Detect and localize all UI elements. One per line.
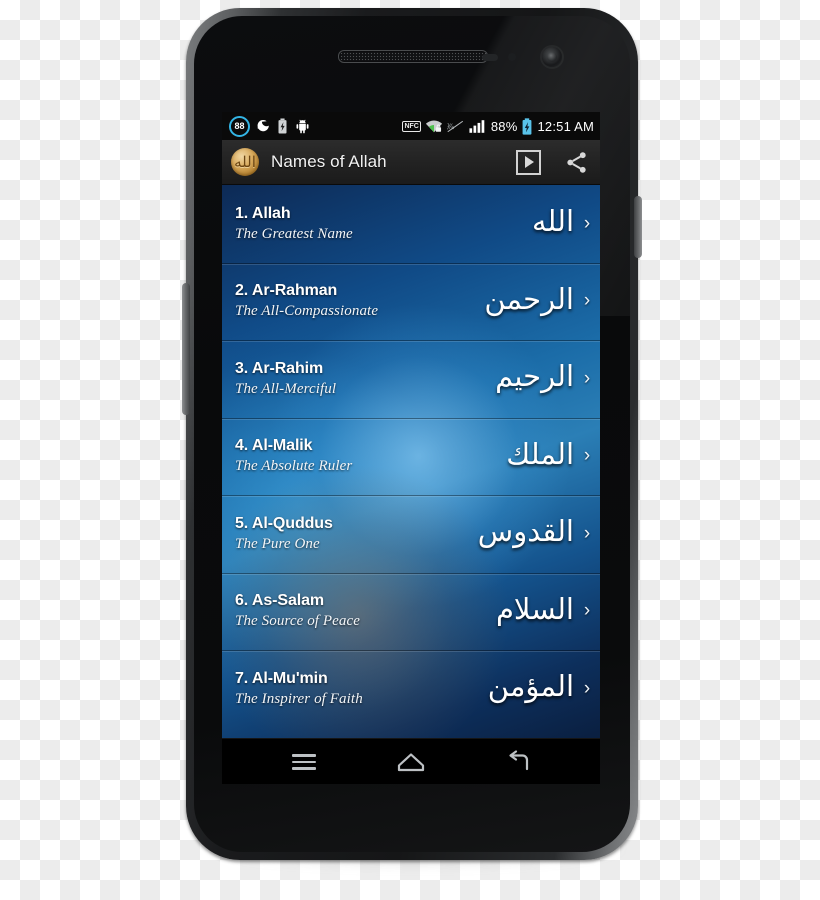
list-item[interactable]: 7. Al-Mu'min The Inspirer of Faith المؤم…: [222, 650, 600, 728]
nfc-icon: NFC: [402, 120, 421, 132]
list-item[interactable]: 2. Ar-Rahman The All-Compassionate الرحم…: [222, 262, 600, 341]
list-item-meaning: The Inspirer of Faith: [235, 690, 363, 707]
list-item-arabic: الرحمن: [484, 281, 574, 316]
battery-percent-label: 88%: [490, 118, 518, 134]
counter-badge-label: 88: [234, 120, 245, 131]
back-icon: [509, 750, 529, 771]
list-item-name: 7. Al-Mu'min: [235, 669, 328, 687]
names-list[interactable]: 1. Allah The Greatest Name الله › 2. Ar-…: [222, 185, 600, 738]
earpiece-mesh: [340, 52, 486, 61]
app-logo-glyph: الله: [234, 154, 256, 171]
list-item[interactable]: 6. As-Salam The Source of Peace السلام ›: [222, 572, 600, 651]
counter-badge-icon: 88: [229, 115, 250, 137]
list-item-name: 2. Ar-Rahman: [235, 282, 338, 299]
phone-screen: 88 NFC ⁄ ⅙ 88% 12:51 AM الله Names of Al…: [222, 112, 600, 784]
list-item-arabic: السلام: [495, 591, 574, 626]
chevron-right-icon: ›: [583, 445, 591, 467]
list-item-arabic: الملك: [506, 436, 574, 471]
chevron-right-icon: ›: [583, 290, 591, 312]
android-navigation-bar: [222, 738, 600, 784]
battery-charging-small-icon: [278, 118, 287, 134]
status-bar-right-icons: NFC ⁄ ⅙ 88% 12:51 AM: [402, 117, 594, 135]
earpiece-speaker: [338, 50, 488, 63]
chevron-right-icon: ›: [583, 600, 591, 622]
chevron-right-icon: ›: [583, 212, 591, 234]
battery-charging-icon: [523, 117, 532, 135]
camera-lens: [547, 52, 557, 62]
list-item-name: 1. Allah: [235, 204, 291, 222]
list-item-meaning: The Source of Peace: [235, 613, 361, 629]
list-item-meaning: The Pure One: [235, 535, 320, 552]
home-icon: [397, 753, 425, 772]
play-button-frame: [515, 149, 541, 175]
status-bar-left-icons: 88: [229, 115, 311, 137]
list-item-meaning: The All-Merciful: [235, 380, 337, 397]
share-icon: [566, 151, 586, 173]
proximity-sensor-icon: [482, 54, 498, 61]
list-item[interactable]: 5. Al-Quddus The Pure One القدوس ›: [222, 495, 600, 573]
menu-button[interactable]: [269, 739, 339, 785]
status-bar[interactable]: 88 NFC ⁄ ⅙ 88% 12:51 AM: [222, 112, 600, 140]
list-item[interactable]: 1. Allah The Greatest Name الله ›: [222, 185, 600, 263]
list-item-texts: 3. Ar-Rahim The All-Merciful: [235, 359, 336, 400]
menu-icon-bar: [291, 760, 316, 764]
android-bug-icon: [296, 119, 309, 134]
list-item-meaning: The Absolute Ruler: [235, 458, 353, 474]
list-item-meaning: The All-Compassionate: [235, 303, 379, 319]
list-item-name: 6. As-Salam: [235, 592, 325, 609]
play-icon: [525, 156, 534, 168]
back-button[interactable]: [483, 739, 553, 785]
list-item[interactable]: 4. Al-Malik The Absolute Ruler الملك ›: [222, 417, 600, 496]
list-item-arabic: القدوس: [477, 514, 574, 549]
menu-icon-bar: [291, 754, 316, 757]
menu-icon: [291, 750, 316, 774]
chevron-right-icon: ›: [583, 677, 591, 699]
list-item-meaning: The Greatest Name: [235, 225, 353, 242]
list-item-arabic: المؤمن: [487, 669, 574, 704]
list-item-name: 5. Al-Quddus: [235, 514, 333, 532]
list-item-name: 3. Ar-Rahim: [235, 359, 324, 377]
list-item-texts: 1. Allah The Greatest Name: [235, 204, 353, 245]
list-item-name: 4. Al-Malik: [235, 437, 313, 454]
wifi-secured-icon: [425, 119, 442, 132]
list-item-texts: 4. Al-Malik The Absolute Ruler: [235, 436, 352, 477]
chevron-right-icon: ›: [583, 522, 591, 544]
play-button[interactable]: [504, 140, 552, 184]
clock-label: 12:51 AM: [537, 118, 594, 134]
app-logo-icon[interactable]: الله: [231, 148, 259, 176]
list-item-texts: 5. Al-Quddus The Pure One: [235, 514, 333, 555]
silent-mode-icon: ⁄ ⅙: [447, 120, 463, 132]
list-item-texts: 7. Al-Mu'min The Inspirer of Faith: [235, 669, 363, 710]
list-item-arabic: الله: [531, 204, 574, 239]
chevron-right-icon: ›: [583, 367, 591, 389]
power-button[interactable]: [634, 196, 642, 258]
list-item-texts: 6. As-Salam The Source of Peace: [235, 591, 360, 632]
list-item-arabic: الرحيم: [495, 359, 574, 394]
front-camera-icon: [542, 47, 562, 67]
list-item[interactable]: 3. Ar-Rahim The All-Merciful الرحيم ›: [222, 340, 600, 418]
list-item-texts: 2. Ar-Rahman The All-Compassionate: [235, 281, 378, 322]
menu-icon-bar: [291, 767, 316, 770]
share-button[interactable]: [552, 140, 600, 184]
app-action-bar: الله Names of Allah: [222, 140, 600, 185]
sync-moon-icon: [257, 119, 269, 131]
page-title: Names of Allah: [271, 152, 387, 171]
volume-rocker-button[interactable]: [182, 283, 190, 415]
light-sensor-icon: [508, 53, 516, 61]
signal-bars-icon: [469, 119, 485, 133]
home-button[interactable]: [376, 739, 446, 785]
